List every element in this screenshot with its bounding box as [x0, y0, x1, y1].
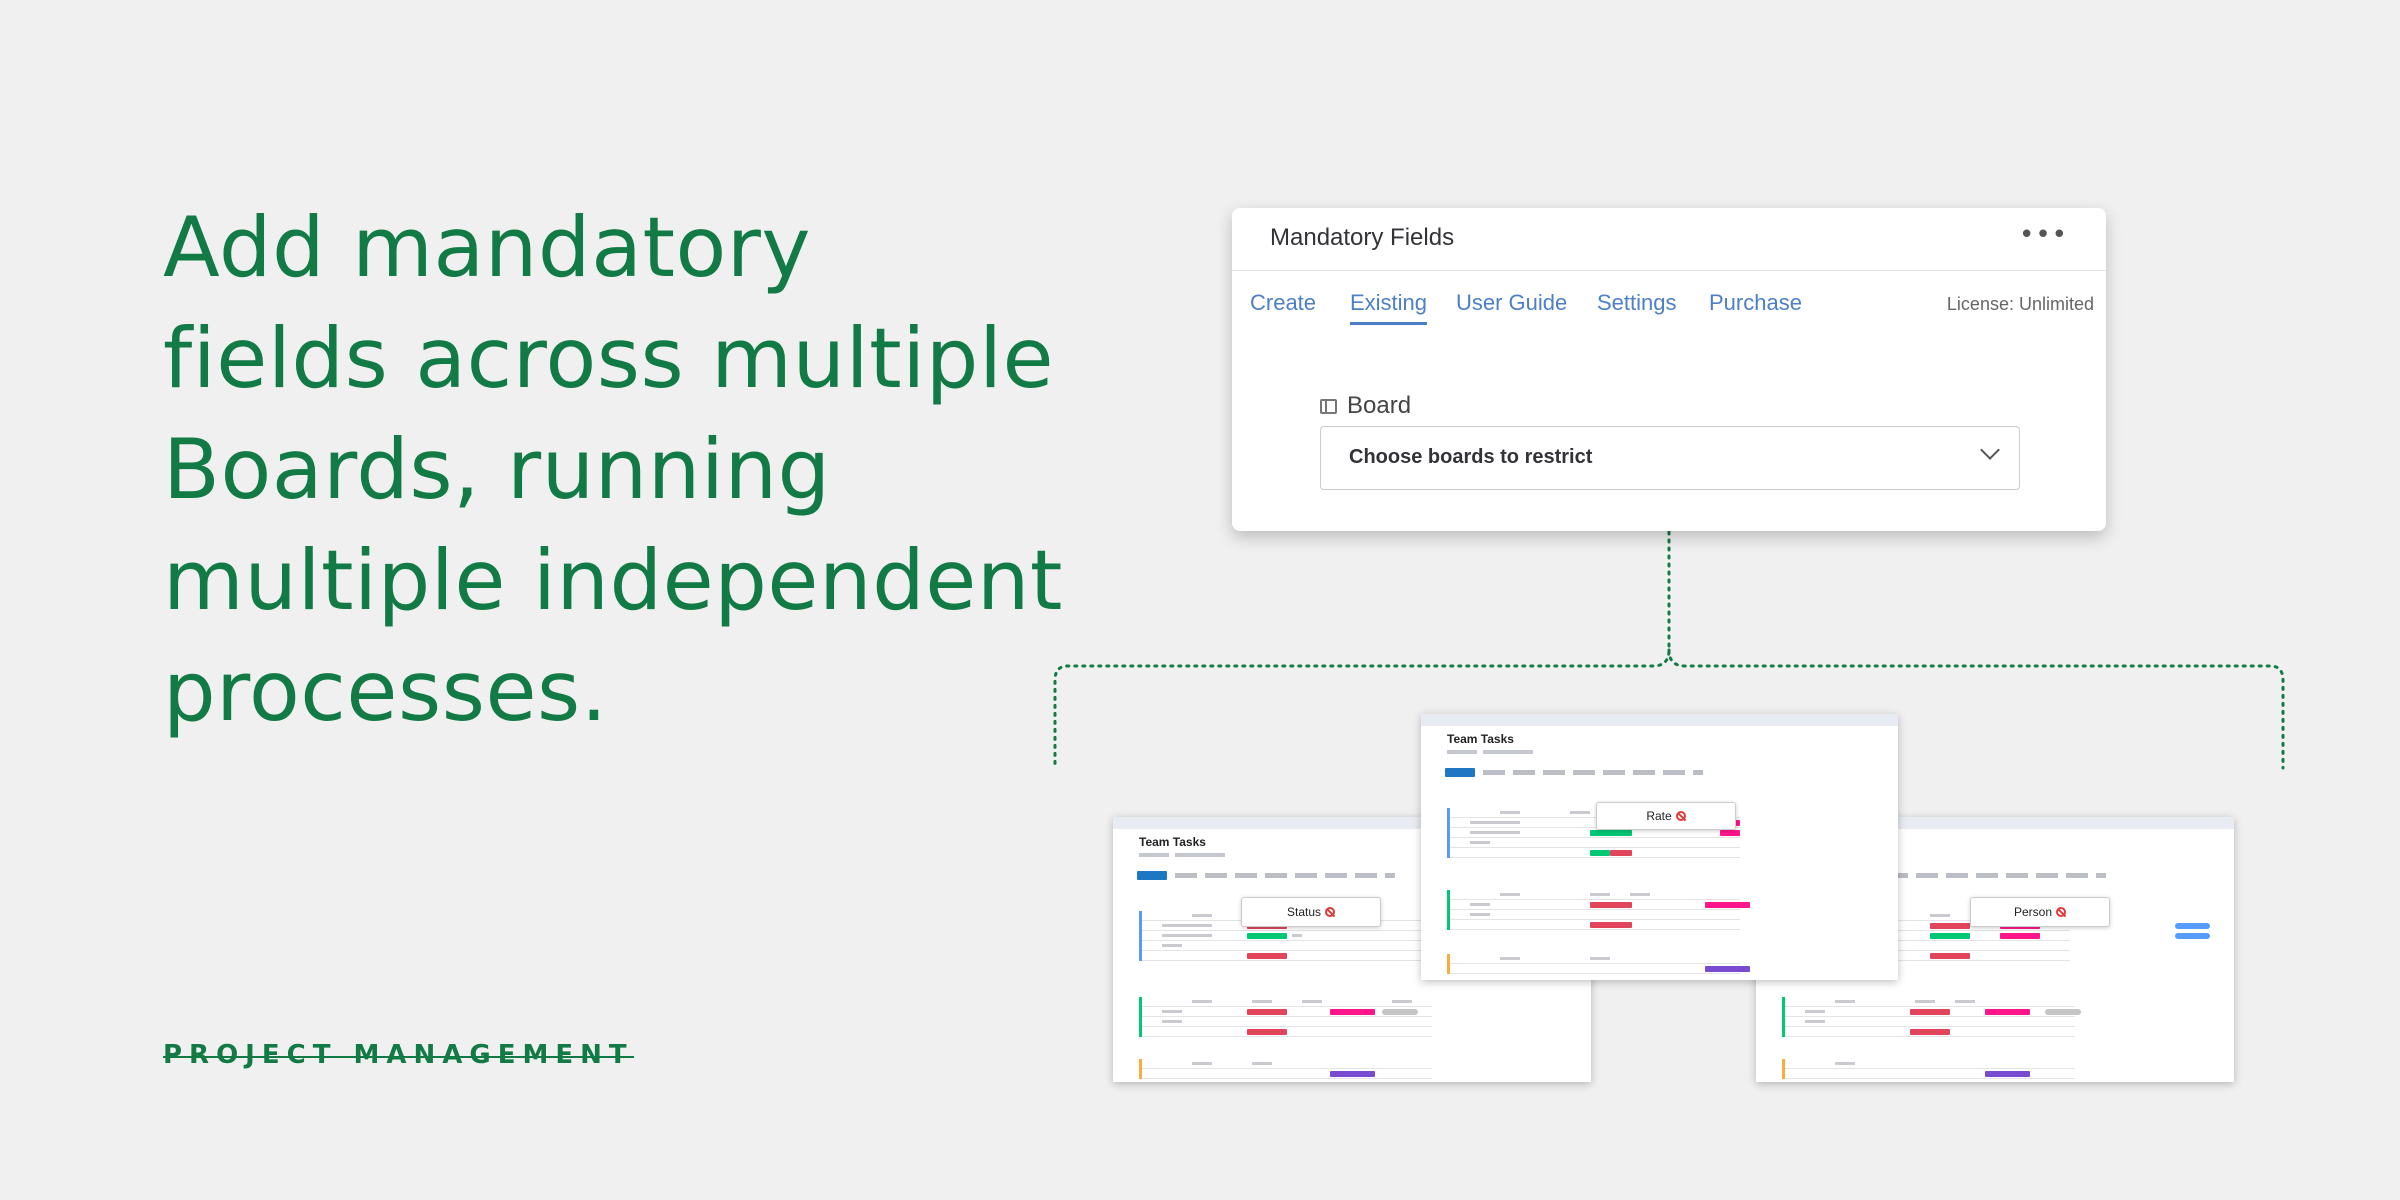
new-item-button [1445, 768, 1475, 777]
required-tag-person: Person [1970, 897, 2110, 927]
license-status: License: Unlimited [1946, 294, 2094, 314]
new-item-button [1137, 871, 1167, 880]
prohibited-icon [2056, 907, 2067, 917]
board-toolbar [1886, 873, 2106, 878]
board-icon [1320, 398, 1337, 414]
divider [1232, 270, 2106, 271]
board-tabs [1447, 750, 1647, 758]
board-title: Team Tasks [1447, 732, 1514, 746]
card-title: Mandatory Fields [1270, 224, 1455, 251]
ellipsis-icon[interactable]: ••• [2019, 220, 2068, 250]
board-title: Team Tasks [1139, 835, 1206, 849]
board-select[interactable]: Choose boards to restrict [1320, 426, 2020, 490]
chevron-down-icon[interactable] [1980, 440, 2000, 460]
required-tag-status: Status [1241, 897, 1381, 927]
tab-settings[interactable]: Settings [1597, 290, 1677, 316]
board-toolbar [1175, 873, 1395, 878]
required-tag-rate: Rate [1596, 802, 1736, 830]
tab-user-guide[interactable]: User Guide [1456, 290, 1567, 316]
prohibited-icon [1675, 811, 1686, 821]
required-tag-label: Rate [1646, 809, 1672, 823]
mandatory-fields-card: Mandatory Fields ••• Create Existing Use… [1232, 208, 2106, 531]
board-label-text: Board [1347, 392, 1412, 419]
board-tabs [1139, 853, 1339, 861]
board-toolbar [1483, 770, 1703, 775]
tab-existing[interactable]: Existing [1350, 290, 1428, 325]
board-select-placeholder: Choose boards to restrict [1349, 446, 1593, 468]
tab-purchase[interactable]: Purchase [1709, 290, 1802, 316]
required-tag-label: Status [1286, 905, 1322, 919]
board-screenshot-center: Team Tasks Rate [1421, 714, 1898, 980]
board-topbar [1421, 714, 1898, 726]
prohibited-icon [1325, 907, 1336, 917]
tab-create[interactable]: Create [1250, 290, 1316, 316]
required-tag-label: Person [2013, 905, 2053, 919]
board-label: Board [1320, 392, 1411, 420]
